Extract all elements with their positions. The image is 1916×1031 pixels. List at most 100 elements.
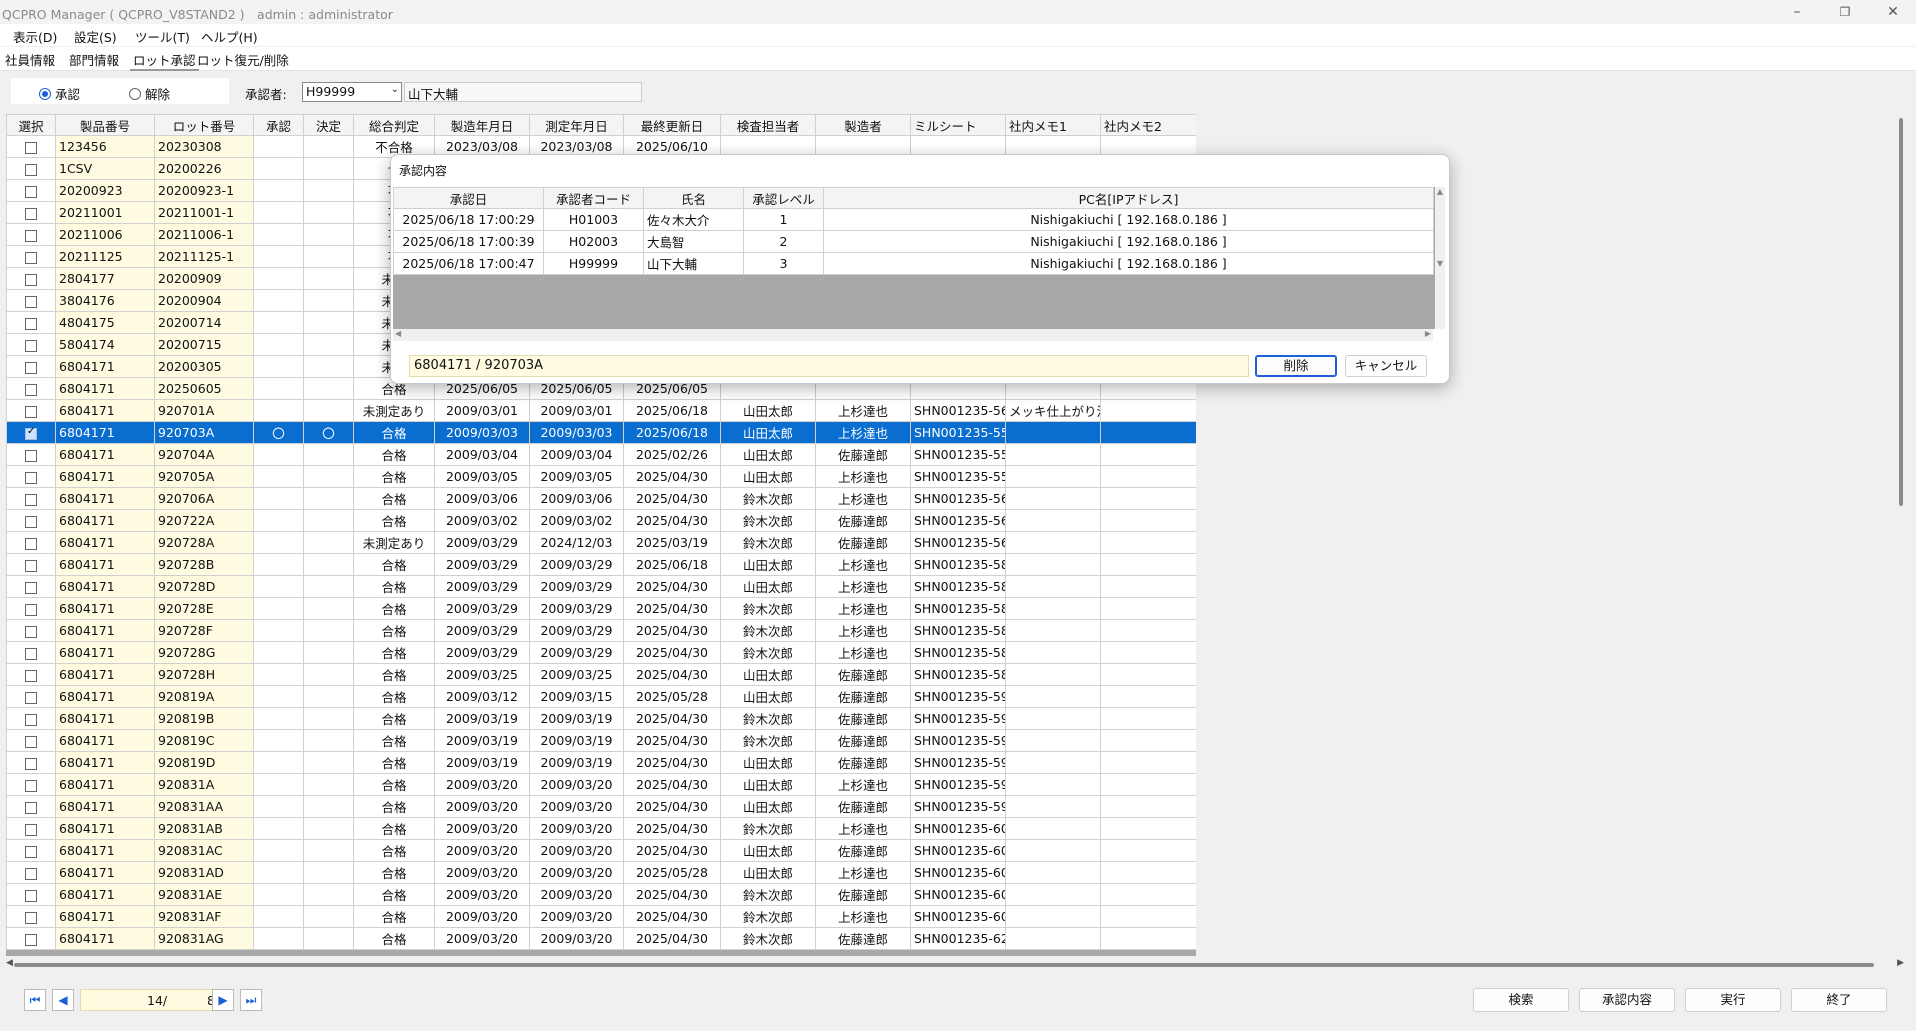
row-checkbox-cell[interactable] bbox=[6, 575, 56, 598]
approval-details-button[interactable]: 承認内容 bbox=[1579, 988, 1675, 1012]
delete-button[interactable]: 削除 bbox=[1255, 355, 1337, 377]
row-checkbox-cell[interactable] bbox=[6, 311, 56, 334]
table-row[interactable]: 6804171920703A〇〇合格2009/03/032009/03/0320… bbox=[6, 421, 1196, 444]
table-row[interactable]: 6804171 920831AG 合格 2009/03/20 2009/03/20 202… bbox=[6, 927, 1196, 950]
row-checkbox[interactable] bbox=[25, 669, 37, 682]
table-row[interactable]: 6804171 920704A 合格 2009/03/04 2009/03/04 2025… bbox=[6, 443, 1196, 466]
table-row[interactable]: 6804171 920728B 合格 2009/03/29 2009/03/29 2025… bbox=[6, 553, 1196, 576]
tab-lot-restore-delete[interactable]: ロット復元/削除 bbox=[194, 50, 292, 69]
table-row[interactable]: 6804171 920728F 合格 2009/03/29 2009/03/29 2025… bbox=[6, 619, 1196, 642]
row-checkbox[interactable] bbox=[25, 471, 37, 484]
cancel-button[interactable]: キャンセル bbox=[1345, 355, 1427, 377]
row-checkbox[interactable] bbox=[25, 603, 37, 616]
menu-tools[interactable]: ツール(T) bbox=[135, 27, 190, 46]
row-checkbox-cell[interactable] bbox=[6, 487, 56, 510]
table-row[interactable]: 6804171 920819D 合格 2009/03/19 2009/03/19 2025… bbox=[6, 751, 1196, 774]
row-checkbox[interactable] bbox=[25, 426, 37, 440]
row-checkbox[interactable] bbox=[25, 911, 37, 924]
row-checkbox[interactable] bbox=[25, 757, 37, 770]
radio-approve[interactable]: 承認 bbox=[39, 84, 80, 103]
row-checkbox-cell[interactable] bbox=[6, 179, 56, 202]
scroll-left-icon[interactable]: ◀ bbox=[6, 958, 13, 968]
row-checkbox-cell[interactable] bbox=[6, 201, 56, 224]
execute-button[interactable]: 実行 bbox=[1685, 988, 1781, 1012]
row-checkbox-cell[interactable] bbox=[6, 355, 56, 378]
row-checkbox[interactable] bbox=[25, 581, 37, 594]
row-checkbox[interactable] bbox=[25, 713, 37, 726]
row-checkbox-cell[interactable] bbox=[6, 509, 56, 532]
row-checkbox-cell[interactable] bbox=[6, 289, 56, 312]
column-header[interactable]: 承認 bbox=[253, 114, 304, 136]
row-checkbox[interactable] bbox=[25, 537, 37, 550]
row-checkbox[interactable] bbox=[25, 625, 37, 638]
row-checkbox[interactable] bbox=[25, 449, 37, 462]
row-checkbox[interactable] bbox=[25, 647, 37, 660]
scroll-right-icon[interactable]: ▶ bbox=[1897, 958, 1904, 968]
dialog-table-row[interactable]: 2025/06/18 17:00:47 H99999 山下大輔 3 Nishigakiu… bbox=[393, 252, 1434, 275]
page-indicator[interactable]: 14/ 82 bbox=[80, 989, 230, 1011]
row-checkbox-cell[interactable] bbox=[6, 333, 56, 356]
table-row[interactable]: 6804171 920831A 合格 2009/03/20 2009/03/20 2025… bbox=[6, 773, 1196, 796]
close-icon[interactable]: ✕ bbox=[1870, 0, 1916, 26]
row-checkbox[interactable] bbox=[25, 801, 37, 814]
vertical-scrollbar[interactable] bbox=[1896, 114, 1908, 956]
approver-code-select[interactable]: H99999 ⌄ bbox=[302, 82, 402, 102]
column-header[interactable]: 最終更新日 bbox=[623, 114, 721, 136]
table-row[interactable]: 6804171 920705A 合格 2009/03/05 2009/03/05 2025… bbox=[6, 465, 1196, 488]
column-header[interactable]: 製品番号 bbox=[55, 114, 155, 136]
row-checkbox-cell[interactable] bbox=[6, 641, 56, 664]
row-checkbox[interactable] bbox=[25, 273, 37, 286]
vertical-scroll-thumb[interactable] bbox=[1899, 118, 1903, 506]
table-row[interactable]: 6804171 920819A 合格 2009/03/12 2009/03/15 2025… bbox=[6, 685, 1196, 708]
row-checkbox[interactable] bbox=[25, 361, 37, 374]
table-row[interactable]: 6804171 920701A 未測定あり 2009/03/01 2009/03/01 2… bbox=[6, 399, 1196, 422]
column-header[interactable]: 製造年月日 bbox=[434, 114, 530, 136]
row-checkbox-cell[interactable] bbox=[6, 267, 56, 290]
menu-help[interactable]: ヘルプ(H) bbox=[201, 27, 258, 46]
row-checkbox-cell[interactable] bbox=[6, 553, 56, 576]
tab-lot-approval[interactable]: ロット承認 bbox=[130, 50, 199, 71]
table-row[interactable]: 6804171 920819C 合格 2009/03/19 2009/03/19 2025… bbox=[6, 729, 1196, 752]
horizontal-scrollbar[interactable]: ◀ ▶ bbox=[6, 958, 1906, 972]
dialog-table-row[interactable]: 2025/06/18 17:00:39 H02003 大島智 2 Nishigakiuc… bbox=[393, 230, 1434, 253]
row-checkbox-cell[interactable] bbox=[6, 443, 56, 466]
row-checkbox[interactable] bbox=[25, 185, 37, 198]
column-header[interactable]: ミルシート bbox=[910, 114, 1006, 136]
row-checkbox[interactable] bbox=[25, 141, 37, 154]
row-checkbox[interactable] bbox=[25, 779, 37, 792]
table-row[interactable]: 6804171 920831AC 合格 2009/03/20 2009/03/20 202… bbox=[6, 839, 1196, 862]
column-header[interactable]: ロット番号 bbox=[154, 114, 254, 136]
row-checkbox-cell[interactable] bbox=[6, 685, 56, 708]
column-header[interactable]: 総合判定 bbox=[353, 114, 435, 136]
row-checkbox[interactable] bbox=[25, 559, 37, 572]
row-checkbox[interactable] bbox=[25, 845, 37, 858]
table-row[interactable]: 6804171 920706A 合格 2009/03/06 2009/03/06 2025… bbox=[6, 487, 1196, 510]
table-row[interactable]: 6804171 920722A 合格 2009/03/02 2009/03/02 2025… bbox=[6, 509, 1196, 532]
radio-release[interactable]: 解除 bbox=[129, 84, 170, 103]
table-row[interactable]: 6804171 920831AE 合格 2009/03/20 2009/03/20 202… bbox=[6, 883, 1196, 906]
dialog-column-header[interactable]: PC名[IPアドレス] bbox=[823, 187, 1434, 209]
table-row[interactable]: 6804171 920831AD 合格 2009/03/20 2009/03/20 202… bbox=[6, 861, 1196, 884]
minimize-icon[interactable]: – bbox=[1774, 0, 1820, 26]
table-row[interactable]: 6804171 920819B 合格 2009/03/19 2009/03/19 2025… bbox=[6, 707, 1196, 730]
row-checkbox[interactable] bbox=[25, 229, 37, 242]
row-checkbox-cell[interactable] bbox=[6, 531, 56, 554]
row-checkbox-cell[interactable] bbox=[6, 619, 56, 642]
row-checkbox-cell[interactable] bbox=[6, 729, 56, 752]
menu-settings[interactable]: 設定(S) bbox=[74, 27, 117, 46]
row-checkbox-cell[interactable] bbox=[6, 223, 56, 246]
table-row[interactable]: 6804171 920831AF 合格 2009/03/20 2009/03/20 202… bbox=[6, 905, 1196, 928]
radio-release-dot[interactable] bbox=[129, 87, 141, 100]
row-checkbox-cell[interactable] bbox=[6, 839, 56, 862]
last-page-icon[interactable]: ⏭ bbox=[240, 989, 262, 1011]
prev-page-icon[interactable]: ◀ bbox=[52, 989, 74, 1011]
row-checkbox[interactable] bbox=[25, 251, 37, 264]
row-checkbox-cell[interactable] bbox=[6, 157, 56, 180]
row-checkbox[interactable] bbox=[25, 405, 37, 418]
row-checkbox-cell[interactable] bbox=[6, 135, 56, 158]
row-checkbox-cell[interactable] bbox=[6, 465, 56, 488]
column-header[interactable]: 決定 bbox=[303, 114, 354, 136]
row-checkbox[interactable] bbox=[25, 207, 37, 220]
table-row[interactable]: 6804171 920728D 合格 2009/03/29 2009/03/29 2025… bbox=[6, 575, 1196, 598]
row-checkbox[interactable] bbox=[25, 933, 37, 946]
